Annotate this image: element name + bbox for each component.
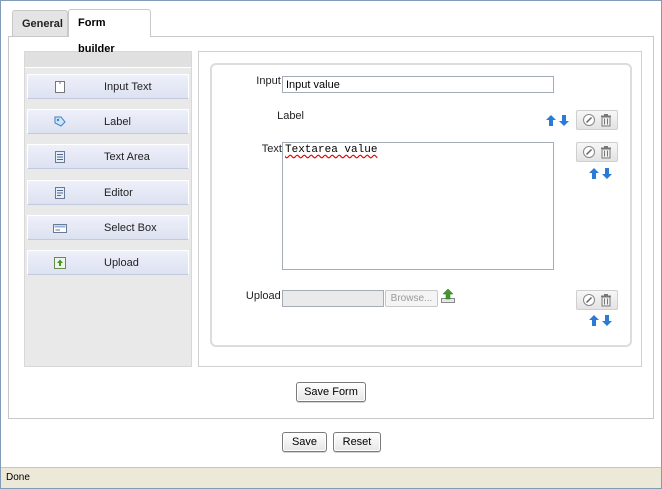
toolbox-item-label: Text Area	[104, 151, 150, 163]
tabs-panel: General Form builder Input Text Label Te…	[8, 7, 654, 419]
upload-action-icon[interactable]	[440, 288, 456, 304]
upload-icon	[53, 256, 67, 270]
move-down-arrow-icon[interactable]	[559, 115, 569, 126]
toolbox-item-label: Label	[104, 116, 131, 128]
toolbox-item-label: Upload	[104, 257, 139, 269]
edit-icon[interactable]	[582, 145, 596, 159]
label-field-label: Label	[277, 110, 304, 122]
select-box-icon	[53, 221, 67, 235]
save-form-button[interactable]: Save Form	[296, 382, 366, 402]
toolbox-item-text-area[interactable]: Text Area	[27, 144, 189, 169]
toolbox-item-label: Editor	[104, 187, 133, 199]
toolbox: Input Text Label Text Area Editor Select…	[24, 51, 192, 367]
toolbox-item-upload[interactable]: Upload	[27, 250, 189, 275]
move-up-arrow-icon[interactable]	[589, 315, 599, 326]
reset-button[interactable]: Reset	[333, 432, 381, 452]
input-field[interactable]	[282, 76, 554, 93]
tab-general[interactable]: General	[12, 10, 68, 36]
move-up-arrow-icon[interactable]	[546, 115, 556, 126]
toolbox-item-select-box[interactable]: Select Box	[27, 215, 189, 240]
tab-form-builder[interactable]: Form builder	[68, 9, 151, 55]
status-bar: Done	[1, 467, 661, 488]
input-text-icon	[53, 80, 67, 94]
move-down-arrow-icon[interactable]	[602, 168, 612, 179]
textarea-value: Textarea value	[285, 144, 378, 156]
toolbox-item-label: Select Box	[104, 222, 157, 234]
edit-icon[interactable]	[582, 293, 596, 307]
edit-icon[interactable]	[582, 113, 596, 127]
delete-trash-icon[interactable]	[599, 293, 613, 307]
upload-field-actions	[576, 290, 618, 310]
toolbox-item-editor[interactable]: Editor	[27, 180, 189, 205]
delete-trash-icon[interactable]	[599, 113, 613, 127]
tab-strip: General Form builder	[8, 7, 654, 55]
move-down-arrow-icon[interactable]	[602, 315, 612, 326]
move-up-arrow-icon[interactable]	[589, 168, 599, 179]
textarea-field-actions	[576, 142, 618, 162]
form-builder-panel: Input Text Label Text Area Editor Select…	[14, 42, 648, 378]
label-tag-icon	[53, 115, 67, 129]
textarea-icon	[53, 150, 67, 164]
status-text: Done	[6, 472, 30, 483]
editor-icon	[53, 186, 67, 200]
upload-path-input[interactable]	[282, 290, 384, 307]
textarea-field[interactable]: Textarea value	[282, 142, 554, 270]
delete-trash-icon[interactable]	[599, 145, 613, 159]
toolbox-item-label: Input Text	[104, 81, 152, 93]
toolbox-item-input-text[interactable]: Input Text	[27, 74, 189, 99]
browse-button[interactable]: Browse...	[385, 290, 438, 307]
form-canvas: Input field Label Textarea field Textare…	[210, 63, 632, 347]
label-field-actions	[576, 110, 618, 130]
save-button[interactable]: Save	[282, 432, 327, 452]
tab-body: Input Text Label Text Area Editor Select…	[8, 36, 654, 419]
form-canvas-container: Input field Label Textarea field Textare…	[198, 51, 642, 367]
toolbox-item-label[interactable]: Label	[27, 109, 189, 134]
